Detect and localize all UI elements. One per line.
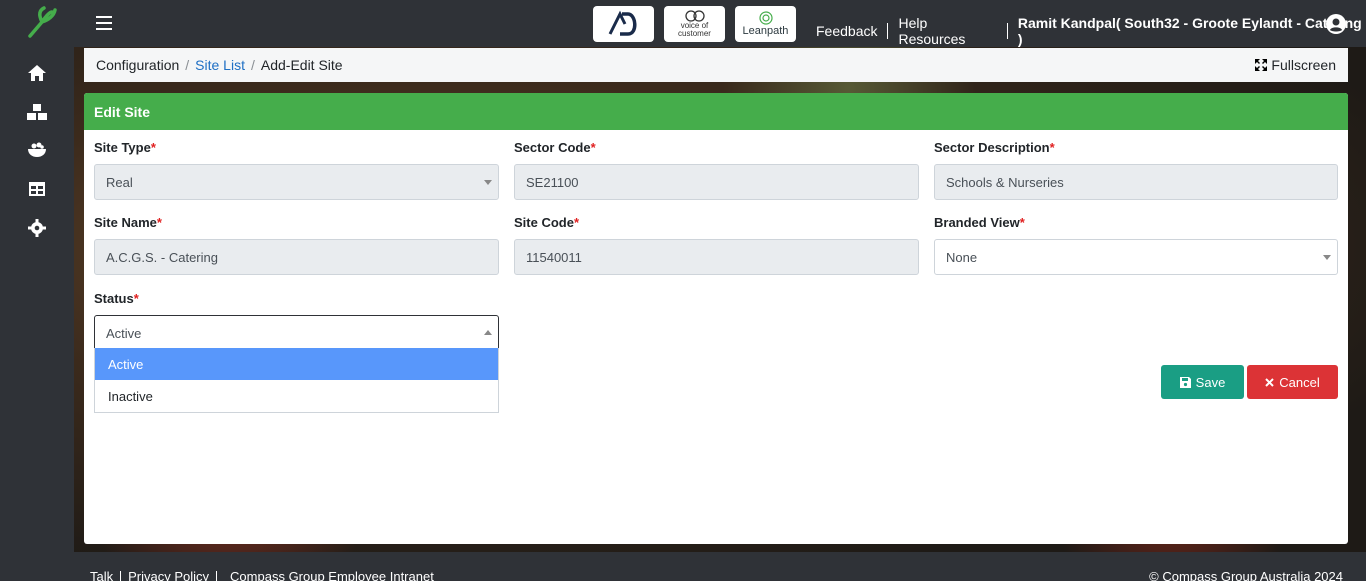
edit-site-card: Edit Site Site Type* Real Sector Code* S…: [84, 93, 1348, 544]
site-name-label: Site Name: [94, 215, 157, 230]
site-code-field: Site Code* 11540011: [514, 215, 919, 275]
status-select[interactable]: Active: [94, 315, 499, 351]
branded-view-field: Branded View* None: [934, 215, 1338, 275]
floppy-disk-icon: [1179, 376, 1191, 388]
fork-logo-icon[interactable]: [24, 4, 60, 40]
site-code-input[interactable]: 11540011: [514, 239, 919, 275]
home-icon[interactable]: [26, 62, 48, 84]
branded-view-select[interactable]: None: [934, 239, 1338, 275]
site-type-select[interactable]: Real: [94, 164, 499, 200]
status-option-active[interactable]: Active: [95, 348, 498, 380]
footer-link-talk[interactable]: Talk: [90, 569, 113, 581]
copyright-text: © Compass Group Australia 2024: [1149, 569, 1343, 581]
cancel-label: Cancel: [1279, 374, 1320, 390]
help-resources-link[interactable]: Help Resources: [898, 15, 996, 47]
food-bowl-icon[interactable]: [26, 139, 48, 161]
sector-code-input[interactable]: SE21100: [514, 164, 919, 200]
fullscreen-label: Fullscreen: [1271, 57, 1336, 73]
expand-icon: [1255, 59, 1268, 71]
top-links: Feedback Help Resources Ramit Kandpal( S…: [816, 15, 1366, 47]
site-type-label: Site Type: [94, 140, 151, 155]
fullscreen-button[interactable]: Fullscreen: [1255, 57, 1336, 73]
separator: [1006, 23, 1008, 39]
ad-app-logo[interactable]: [593, 6, 654, 42]
site-code-label: Site Code: [514, 215, 574, 230]
user-name[interactable]: Ramit Kandpal( South32 - Groote Eylandt …: [1018, 15, 1366, 47]
card-title: Edit Site: [84, 93, 1348, 130]
sector-description-input[interactable]: Schools & Nurseries: [934, 164, 1338, 200]
footer-links: Talk Privacy Policy Compass Group Employ…: [90, 569, 434, 581]
status-option-inactive[interactable]: Inactive: [95, 380, 498, 412]
status-label: Status: [94, 291, 134, 306]
close-icon: [1265, 377, 1274, 387]
sector-description-label: Sector Description: [934, 140, 1050, 155]
table-icon[interactable]: [26, 178, 48, 200]
branded-view-label: Branded View: [934, 215, 1020, 230]
save-button[interactable]: Save: [1161, 365, 1244, 399]
chevron-down-icon: [1323, 255, 1331, 260]
chevron-up-icon: [484, 330, 492, 335]
boxes-icon[interactable]: [26, 101, 48, 123]
site-name-field: Site Name* A.C.G.S. - Catering: [94, 215, 499, 275]
separator: [887, 23, 889, 39]
hamburger-menu-icon[interactable]: [96, 16, 112, 30]
chevron-down-icon: [484, 180, 492, 185]
sector-code-field: Sector Code* SE21100: [514, 140, 919, 200]
status-dropdown: Active Inactive: [94, 348, 499, 413]
leanpath-logo[interactable]: Leanpath: [735, 6, 796, 42]
save-label: Save: [1195, 374, 1226, 390]
top-bar: voice of customer Leanpath Feedback Help …: [74, 0, 1366, 47]
breadcrumb-configuration: Configuration: [96, 57, 180, 73]
feedback-link[interactable]: Feedback: [816, 23, 877, 39]
status-field: Status* Active: [94, 291, 499, 351]
breadcrumb-add-edit-site: Add-Edit Site: [260, 57, 343, 73]
footer: Talk Privacy Policy Compass Group Employ…: [74, 552, 1366, 581]
sidebar: [0, 0, 74, 581]
breadcrumb-site-list[interactable]: Site List: [195, 57, 245, 73]
site-name-input[interactable]: A.C.G.S. - Catering: [94, 239, 499, 275]
user-avatar-icon[interactable]: [1326, 14, 1346, 34]
site-type-field: Site Type* Real: [94, 140, 499, 200]
gear-icon[interactable]: [26, 217, 48, 239]
footer-link-intranet[interactable]: Compass Group Employee Intranet: [230, 569, 434, 581]
footer-link-privacy-policy[interactable]: Privacy Policy: [128, 569, 209, 581]
breadcrumb: Configuration / Site List / Add-Edit Sit…: [84, 48, 1348, 82]
sector-code-label: Sector Code: [514, 140, 591, 155]
sector-description-field: Sector Description* Schools & Nurseries: [934, 140, 1338, 200]
voice-of-customer-logo[interactable]: voice of customer: [664, 6, 725, 42]
cancel-button[interactable]: Cancel: [1247, 365, 1338, 399]
